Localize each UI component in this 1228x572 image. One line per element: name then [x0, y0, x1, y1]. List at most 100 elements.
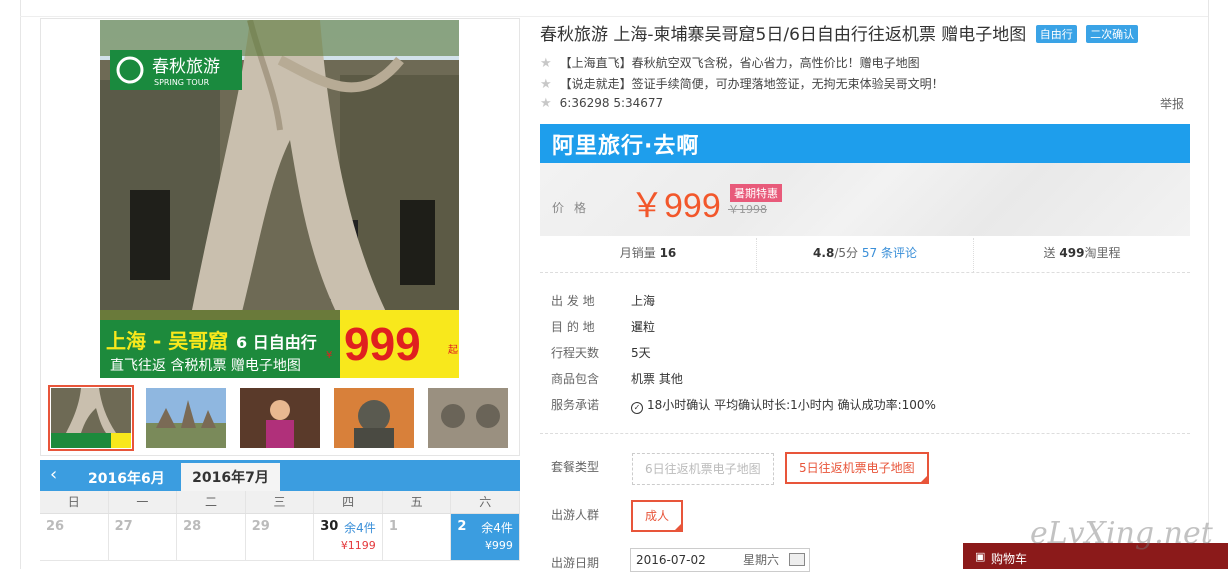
cart-icon: ▣ [975, 550, 986, 563]
star-icon: ★ [540, 96, 552, 111]
day-number: 30 [320, 519, 339, 534]
report-link[interactable]: 举报 [1160, 95, 1184, 112]
calendar-day-available[interactable]: 30 余4件 ¥1199 [314, 514, 383, 561]
star-icon: ★ [540, 77, 552, 92]
day-number: 27 [114, 519, 133, 534]
info-label: 服务承诺 [551, 398, 600, 412]
price-label: 价格 [552, 201, 597, 215]
points-suffix: 淘里程 [1084, 246, 1121, 260]
calendar-day: 1 [382, 514, 452, 561]
thumbnail-4[interactable] [334, 388, 414, 448]
product-title-text: 春秋旅游 上海-柬埔寨吴哥窟5日/6日自由行往返机票 赠电子地图 [540, 25, 1027, 45]
info-value: 机票 其他 [631, 372, 683, 386]
price-original: ￥1998 [728, 203, 767, 216]
alitrip-banner: 阿里旅行·去啊 [540, 124, 1190, 163]
travelers-label: 出游人群 [551, 508, 600, 522]
info-value: 18小时确认 平均确认时长:1小时内 确认成功率:100% [647, 398, 936, 412]
day-number: 2 [457, 519, 467, 534]
alitrip-logo-text: 阿里旅行·去啊 [552, 134, 700, 159]
weekday: 六 [451, 491, 520, 513]
travel-date-input[interactable]: 2016-07-02 星期六 [630, 548, 810, 572]
thumbnail-2[interactable] [146, 388, 226, 448]
highlight-1: ★ 【上海直飞】春秋航空双飞含税，省心省力，高性价比！赠电子地图 [540, 54, 920, 71]
logo-en-text: SPRING TOUR [154, 78, 210, 87]
banner-headline: 上海 - 吴哥窟 [106, 329, 228, 353]
page-border-left [20, 0, 21, 569]
banner-price-currency: ¥ [326, 350, 332, 361]
day-number: 28 [183, 519, 202, 534]
banner-price-suffix: 起 [448, 344, 458, 356]
monthly-sales: 月销量 16 [540, 238, 757, 272]
calendar-prev-icon[interactable]: ‹ [50, 464, 57, 485]
day-remaining: 余4件 [481, 521, 513, 535]
banner-price: 999 [344, 318, 421, 370]
top-bar [20, 0, 1208, 17]
badge-free-travel: 自由行 [1035, 25, 1077, 43]
check-circle-icon: ✓ [631, 402, 643, 414]
weekday: 一 [109, 491, 178, 513]
highlight-2: ★ 【说走就走】签证手续简便，可办理落地签证，无拘无束体验吴哥文明！ [540, 75, 944, 92]
package-option-6day[interactable]: 6日往返机票电子地图 [632, 453, 774, 485]
weekday: 四 [314, 491, 383, 513]
watermark: eLvXing.net [1030, 516, 1213, 551]
info-label: 出 发 地 [551, 294, 595, 308]
calendar-day-selected[interactable]: 2 余4件 ¥999 [451, 514, 520, 561]
monthly-sales-label: 月销量 [619, 246, 656, 260]
price-box: 价格 ￥999 暑期特惠 ￥1998 [540, 163, 1190, 236]
info-label: 目 的 地 [551, 320, 595, 334]
highlight-text: 【上海直飞】春秋航空双飞含税，省心省力，高性价比！赠电子地图 [559, 56, 920, 70]
price-current: ￥999 [630, 187, 721, 225]
stats-bar: 月销量 16 4.8/5分 57 条评论 送 499淘里程 [540, 238, 1190, 273]
calendar-month-july[interactable]: 2016年7月 [181, 463, 280, 491]
product-title: 春秋旅游 上海-柬埔寨吴哥窟5日/6日自由行往返机票 赠电子地图 自由行 二次确… [540, 20, 1139, 45]
thumbnail-3[interactable] [240, 388, 320, 448]
travel-date-weekday: 星期六 [742, 553, 779, 567]
calendar-day: 28 [177, 514, 246, 561]
highlight-text: 6:36298 5:34677 [559, 96, 664, 110]
promo-tag: 暑期特惠 [730, 184, 782, 202]
info-value-wrap: ✓ 18小时确认 平均确认时长:1小时内 确认成功率:100% [631, 396, 936, 414]
day-price: ¥1199 [340, 539, 376, 552]
calendar-icon[interactable] [789, 553, 805, 566]
logo-cn-text: 春秋旅游 [152, 57, 220, 77]
monthly-sales-value: 16 [659, 246, 677, 260]
calendar-weekdays: 日 一 二 三 四 五 六 [40, 491, 520, 514]
highlight-3: ★ 6:36298 5:34677 [540, 96, 663, 111]
reviews-label: 条评论 [880, 246, 917, 260]
calendar-day: 27 [108, 514, 178, 561]
rating: 4.8/5分 57 条评论 [757, 238, 974, 272]
info-label: 商品包含 [551, 372, 600, 386]
weekday: 二 [177, 491, 246, 513]
thumbnail-5[interactable] [428, 388, 508, 448]
banner-headline-suffix: 6 日自由行 [236, 333, 317, 352]
rating-suffix: /5分 [834, 246, 858, 260]
badge-second-confirm: 二次确认 [1086, 25, 1139, 43]
main-product-image[interactable]: 春秋旅游 SPRING TOUR 上海 - 吴哥窟 6 日自由行 直飞往返 含税… [100, 20, 459, 378]
reviews-link[interactable]: 57 条评论 [862, 246, 917, 260]
price-calendar: ‹ 2016年6月 2016年7月 日 一 二 三 四 五 六 26 27 28… [40, 460, 520, 569]
day-price: ¥999 [484, 539, 513, 552]
info-destination: 目 的 地 暹粒 [551, 318, 655, 335]
info-duration: 行程天数 5天 [551, 344, 651, 361]
thumbnail-1[interactable] [48, 385, 134, 451]
package-option-5day[interactable]: 5日往返机票电子地图 [785, 452, 929, 484]
info-value: 5天 [631, 346, 651, 360]
highlight-text: 【说走就走】签证手续简便，可办理落地签证，无拘无束体验吴哥文明！ [559, 77, 944, 91]
calendar-grid: 26 27 28 29 30 余4件 ¥1199 1 2 余4件 ¥999 [40, 514, 520, 569]
info-label: 行程天数 [551, 346, 600, 360]
calendar-month-june[interactable]: 2016年6月 [88, 468, 165, 488]
calendar-day: 26 [40, 514, 109, 561]
section-divider [540, 433, 1190, 434]
reviews-count: 57 [861, 246, 878, 260]
info-includes: 商品包含 机票 其他 [551, 370, 683, 387]
star-icon: ★ [540, 56, 552, 71]
info-value: 上海 [631, 294, 656, 308]
calendar-day: 29 [245, 514, 315, 561]
banner-subline: 直飞往返 含税机票 赠电子地图 [110, 357, 301, 374]
cart-label: 购物车 [991, 552, 1028, 566]
travel-date-value: 2016-07-02 [636, 553, 706, 567]
traveler-option-adult[interactable]: 成人 [631, 500, 684, 532]
rating-value: 4.8 [813, 246, 835, 260]
points-prefix: 送 [1043, 246, 1056, 260]
page-border-right [1208, 0, 1209, 569]
